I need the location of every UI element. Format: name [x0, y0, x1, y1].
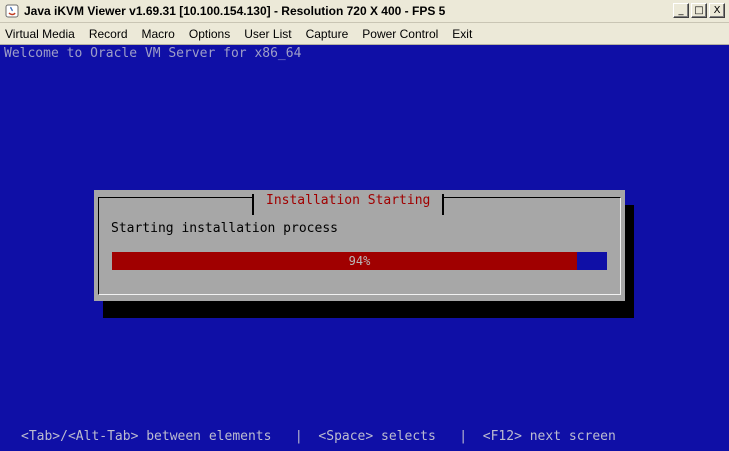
dialog-message: Starting installation process: [111, 221, 338, 236]
window-title: Java iKVM Viewer v1.69.31 [10.100.154.13…: [24, 4, 446, 18]
menu-macro[interactable]: Macro: [135, 24, 182, 44]
menu-exit[interactable]: Exit: [445, 24, 479, 44]
window-title-bar[interactable]: Java iKVM Viewer v1.69.31 [10.100.154.13…: [0, 0, 729, 23]
window-controls: _ □ X: [673, 3, 725, 18]
menu-capture[interactable]: Capture: [299, 24, 356, 44]
menu-user-list[interactable]: User List: [237, 24, 298, 44]
installation-progress-bar: 94%: [112, 252, 607, 270]
welcome-banner: Welcome to Oracle VM Server for x86_64: [4, 46, 302, 61]
menu-virtual-media[interactable]: Virtual Media: [0, 24, 82, 44]
menu-record[interactable]: Record: [82, 24, 135, 44]
close-button[interactable]: X: [709, 3, 725, 18]
menu-bar: Virtual Media Record Macro Options User …: [0, 23, 729, 45]
menu-power-control[interactable]: Power Control: [355, 24, 445, 44]
keyboard-hints: <Tab>/<Alt-Tab> between elements | <Spac…: [21, 429, 616, 444]
dialog-frame: Installation Starting: [98, 194, 621, 295]
installation-dialog: Installation Starting Starting installat…: [94, 190, 625, 301]
minimize-button[interactable]: _: [673, 3, 689, 18]
dialog-title: Installation Starting: [252, 194, 445, 215]
menu-options[interactable]: Options: [182, 24, 237, 44]
maximize-button[interactable]: □: [691, 3, 707, 18]
progress-label: 94%: [348, 254, 371, 268]
java-icon: [4, 3, 20, 19]
remote-console-screen[interactable]: Welcome to Oracle VM Server for x86_64 I…: [0, 45, 729, 451]
